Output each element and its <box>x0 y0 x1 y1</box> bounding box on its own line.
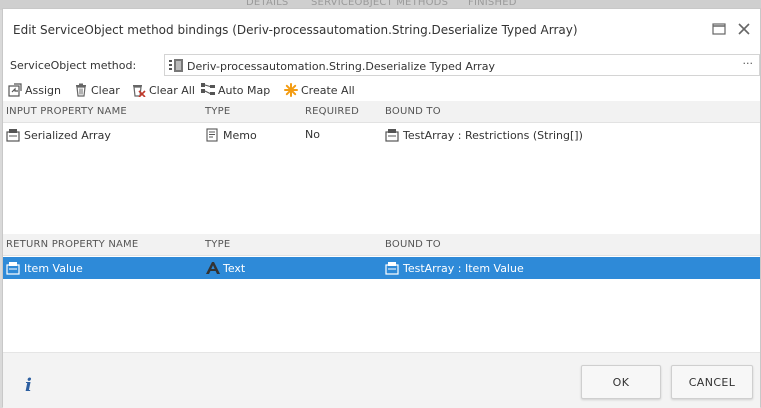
bound-property-icon <box>385 261 399 275</box>
input-grid-header: INPUT PROPERTY NAME TYPE REQUIRED BOUND … <box>3 101 760 123</box>
close-icon[interactable] <box>736 21 752 37</box>
return-property-name: Item Value <box>24 261 83 275</box>
auto-map-icon <box>201 83 215 97</box>
clear-all-label: Clear All <box>149 83 195 97</box>
backdrop-tab-finished: FINISHED <box>468 0 517 8</box>
return-row-item-value[interactable]: Item Value Text TestArray : Item Value <box>3 257 760 279</box>
clear-all-button[interactable]: Clear All <box>132 81 195 99</box>
method-value: Deriv-processautomation.String.Deseriali… <box>187 60 495 73</box>
input-property-name: Serialized Array <box>24 128 111 142</box>
col-input-type[interactable]: TYPE <box>205 106 230 117</box>
auto-map-button[interactable]: Auto Map <box>201 81 270 99</box>
auto-map-label: Auto Map <box>218 83 271 97</box>
return-type-value: Text <box>223 261 246 275</box>
return-bound-value: TestArray : Item Value <box>403 261 524 275</box>
method-row: ServiceObject method: Deriv-processautom… <box>3 54 760 78</box>
input-row-serialized-array[interactable]: Serialized Array Memo No TestArray : Res… <box>3 124 760 146</box>
property-icon <box>6 128 20 142</box>
col-return-property-name[interactable]: RETURN PROPERTY NAME <box>6 239 138 250</box>
bindings-toolbar: Assign Clear Clear All Auto Map Create A… <box>3 81 760 101</box>
input-name-cell: Serialized Array <box>6 128 111 142</box>
backdrop-tab-serviceobject-methods: SERVICEOBJECT METHODS <box>311 0 449 8</box>
sparkle-icon <box>284 83 298 97</box>
input-type-cell: Memo <box>205 128 257 142</box>
input-bound-value: TestArray : Restrictions (String[]) <box>403 128 583 142</box>
clear-button[interactable]: Clear <box>74 81 120 99</box>
text-type-icon <box>205 261 220 275</box>
trash-icon <box>74 83 88 97</box>
memo-icon <box>205 128 219 142</box>
method-icon <box>169 59 183 72</box>
return-type-cell: Text <box>205 261 245 275</box>
create-all-button[interactable]: Create All <box>284 81 355 99</box>
input-required-value: No <box>305 128 320 141</box>
edit-bindings-dialog: Edit ServiceObject method bindings (Deri… <box>2 8 761 408</box>
assign-button[interactable]: Assign <box>8 81 61 99</box>
input-grid-empty-area <box>3 148 760 234</box>
col-return-bound-to[interactable]: BOUND TO <box>385 239 441 250</box>
assign-icon <box>8 83 22 97</box>
bound-property-icon <box>385 128 399 142</box>
return-grid-header: RETURN PROPERTY NAME TYPE BOUND TO <box>3 234 760 256</box>
dialog-title: Edit ServiceObject method bindings (Deri… <box>13 23 578 37</box>
clear-all-icon <box>132 83 146 98</box>
return-name-cell: Item Value <box>6 261 83 275</box>
create-all-label: Create All <box>301 83 355 97</box>
assign-label: Assign <box>25 83 61 97</box>
method-picker[interactable]: Deriv-processautomation.String.Deseriali… <box>164 54 760 76</box>
col-return-type[interactable]: TYPE <box>205 239 230 250</box>
input-bound-cell: TestArray : Restrictions (String[]) <box>385 128 583 142</box>
col-required[interactable]: REQUIRED <box>305 106 359 117</box>
col-input-property-name[interactable]: INPUT PROPERTY NAME <box>6 106 127 117</box>
info-icon[interactable]: i <box>25 375 32 396</box>
cancel-button[interactable]: CANCEL <box>671 365 753 399</box>
maximize-icon[interactable] <box>711 21 727 37</box>
ellipsis-icon[interactable]: ··· <box>743 57 754 70</box>
ok-button[interactable]: OK <box>581 365 661 399</box>
clear-label: Clear <box>91 83 120 97</box>
return-bound-cell: TestArray : Item Value <box>385 261 524 275</box>
backdrop-tab-details: DETAILS <box>246 0 289 8</box>
dialog-titlebar: Edit ServiceObject method bindings (Deri… <box>3 9 760 49</box>
input-type-value: Memo <box>223 128 257 142</box>
method-label: ServiceObject method: <box>10 59 137 72</box>
col-input-bound-to[interactable]: BOUND TO <box>385 106 441 117</box>
dialog-footer: i OK CANCEL <box>3 352 760 408</box>
property-icon <box>6 261 20 275</box>
